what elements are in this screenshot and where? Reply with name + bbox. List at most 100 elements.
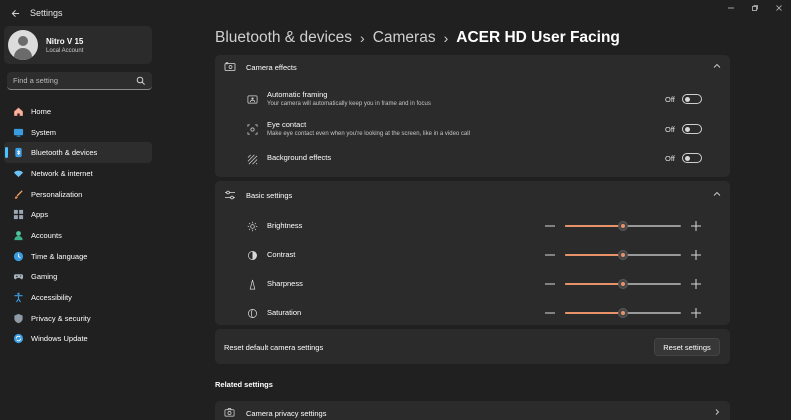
reset-settings-button[interactable]: Reset settings [654, 338, 720, 356]
contrast-decrease-icon[interactable] [545, 254, 555, 256]
brightness-slider-fill [565, 225, 623, 227]
saturation-label: Saturation [267, 308, 302, 317]
sidebar-item-system[interactable]: System [4, 122, 152, 143]
search-icon[interactable] [136, 76, 146, 86]
section-title: Camera effects [246, 62, 297, 72]
search-input[interactable] [13, 76, 133, 85]
chevron-right-icon: › [443, 30, 449, 46]
brightness-increase-icon[interactable] [691, 221, 701, 231]
sidebar-item-apps[interactable]: Apps [4, 204, 152, 225]
home-icon [12, 105, 24, 117]
contrast-icon [246, 249, 258, 261]
eye-contact-row: Eye contact Make eye contact even when y… [215, 118, 730, 140]
sharpness-slider-thumb[interactable] [618, 279, 628, 289]
eye-contact-description: Make eye contact even when you're lookin… [267, 130, 470, 137]
saturation-slider-thumb[interactable] [618, 308, 628, 318]
sharpness-decrease-icon[interactable] [545, 283, 555, 285]
brightness-slider[interactable] [565, 221, 681, 231]
sidebar-item-windows-update[interactable]: Windows Update [4, 329, 152, 350]
background-effects-title: Background effects [267, 153, 332, 162]
avatar [8, 30, 38, 60]
camera-effects-icon [224, 62, 236, 71]
sidebar-item-label: Privacy & security [31, 313, 91, 323]
chevron-up-icon[interactable] [712, 189, 722, 199]
sidebar-item-personalization[interactable]: Personalization [4, 184, 152, 205]
related-settings-heading: Related settings [215, 380, 273, 389]
camera-privacy-settings-label: Camera privacy settings [246, 409, 327, 418]
close-icon[interactable] [767, 0, 791, 16]
title-bar: Settings [0, 0, 791, 26]
minimize-icon[interactable] [719, 0, 743, 16]
sharpness-increase-icon[interactable] [691, 279, 701, 289]
automatic-framing-description: Your camera will automatically keep you … [267, 100, 431, 107]
camera-icon [224, 408, 235, 417]
basic-settings-header[interactable]: Basic settings [215, 183, 730, 207]
sidebar-item-label: Windows Update [31, 334, 88, 344]
sidebar-item-label: Network & internet [31, 168, 93, 178]
camera-privacy-settings-row[interactable]: Camera privacy settings [215, 401, 730, 420]
camera-effects-panel: Camera effects Automatic framing Your ca… [215, 55, 730, 177]
camera-effects-header[interactable]: Camera effects [215, 55, 730, 79]
basic-settings-panel: Basic settings Brightness Contrast Sharp… [215, 181, 730, 325]
sharpness-slider[interactable] [565, 279, 681, 289]
sidebar-item-label: Accounts [31, 230, 62, 240]
maximize-icon[interactable] [743, 0, 767, 16]
chevron-right-icon: › [360, 30, 365, 46]
eye-contact-toggle[interactable] [681, 124, 702, 134]
brightness-slider-thumb[interactable] [618, 221, 628, 231]
sharpness-row: Sharpness [215, 277, 730, 291]
contrast-row: Contrast [215, 248, 730, 262]
accessibility-icon [12, 292, 24, 304]
sidebar-item-label: Apps [31, 210, 49, 220]
sidebar-nav: Home System Bluetooth & devices Network … [4, 101, 152, 349]
brush-icon [12, 188, 24, 200]
search-box[interactable] [7, 72, 152, 90]
contrast-slider-thumb[interactable] [618, 250, 628, 260]
saturation-increase-icon[interactable] [691, 308, 701, 318]
sidebar-item-label: Time & language [31, 251, 88, 261]
sidebar-item-label: Personalization [31, 189, 83, 199]
sidebar-item-gaming[interactable]: Gaming [4, 267, 152, 288]
update-icon [12, 333, 24, 345]
eye-contact-icon [246, 123, 258, 135]
contrast-increase-icon[interactable] [691, 250, 701, 260]
user-profile-card[interactable]: Nitro V 15 Local Account [4, 26, 152, 64]
chevron-right-icon [715, 409, 720, 415]
sidebar-item-time-language[interactable]: Time & language [4, 246, 152, 267]
sharpness-slider-fill [565, 283, 623, 285]
gamepad-icon [12, 271, 24, 283]
shield-icon [12, 312, 24, 324]
automatic-framing-toggle[interactable] [681, 94, 702, 104]
user-name: Nitro V 15 [46, 36, 84, 46]
brightness-decrease-icon[interactable] [545, 225, 555, 227]
saturation-decrease-icon[interactable] [545, 312, 555, 314]
sharpness-label: Sharpness [267, 279, 303, 288]
globe-clock-icon [12, 250, 24, 262]
sidebar-item-bluetooth-devices[interactable]: Bluetooth & devices [4, 142, 152, 164]
sidebar-item-privacy-security[interactable]: Privacy & security [4, 308, 152, 329]
sidebar-item-home[interactable]: Home [4, 101, 152, 122]
automatic-framing-title: Automatic framing [267, 90, 328, 99]
sidebar-item-network[interactable]: Network & internet [4, 163, 152, 184]
eye-contact-state: Off [665, 124, 675, 134]
breadcrumb-cameras[interactable]: Cameras [373, 29, 436, 47]
sidebar-item-label: Bluetooth & devices [31, 148, 98, 158]
breadcrumb-bluetooth-devices[interactable]: Bluetooth & devices [215, 29, 352, 47]
saturation-row: Saturation [215, 306, 730, 320]
contrast-slider-fill [565, 254, 623, 256]
bluetooth-icon [12, 147, 24, 159]
brightness-icon [246, 220, 258, 232]
sidebar-item-label: Home [31, 106, 52, 116]
sidebar-item-accounts[interactable]: Accounts [4, 225, 152, 246]
sidebar-item-accessibility[interactable]: Accessibility [4, 287, 152, 308]
contrast-label: Contrast [267, 250, 296, 259]
saturation-slider[interactable] [565, 308, 681, 318]
brightness-label: Brightness [267, 221, 303, 230]
background-effects-toggle[interactable] [681, 153, 702, 163]
back-arrow-icon[interactable] [5, 3, 25, 23]
contrast-slider[interactable] [565, 250, 681, 260]
sidebar-item-label: Gaming [31, 272, 58, 282]
background-effects-icon [246, 153, 258, 165]
chevron-up-icon[interactable] [712, 61, 722, 71]
sidebar-item-label: System [31, 127, 57, 137]
